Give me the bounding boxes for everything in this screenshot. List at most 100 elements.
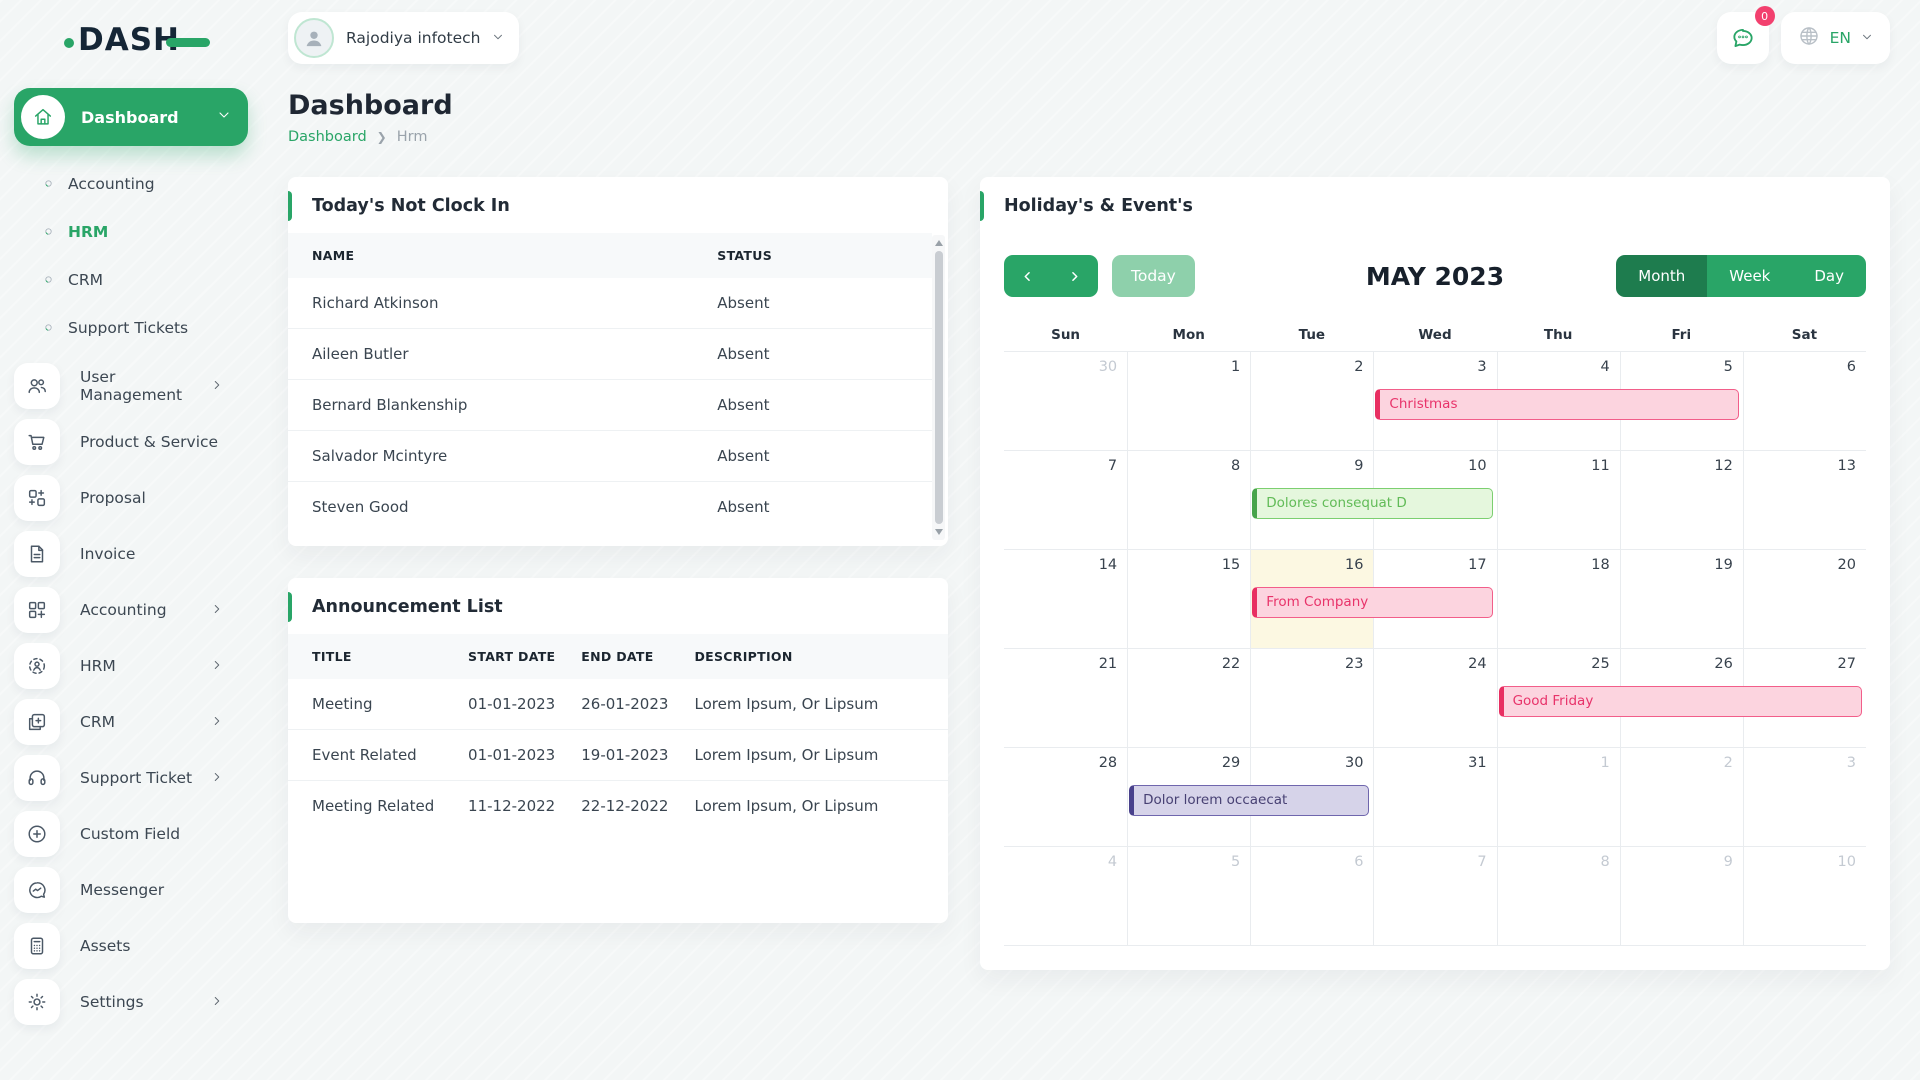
- calendar-day-cell[interactable]: 8: [1127, 451, 1250, 549]
- view-day-button[interactable]: Day: [1792, 255, 1866, 297]
- sidebar-item-messenger[interactable]: Messenger: [14, 862, 248, 918]
- calendar-week-row: 45678910: [1004, 847, 1866, 946]
- sidebar-item-label: Accounting: [80, 601, 210, 619]
- weekday-label: Wed: [1373, 323, 1496, 351]
- calendar-day-cell[interactable]: 11: [1497, 451, 1620, 549]
- view-week-button[interactable]: Week: [1707, 255, 1792, 297]
- calendar-day-cell[interactable]: 9: [1620, 847, 1743, 945]
- sidebar-item-user-management[interactable]: User Management: [14, 358, 248, 414]
- chevron-right-icon: [210, 601, 248, 620]
- calendar-day-cell[interactable]: 5: [1127, 847, 1250, 945]
- calendar-day-cell[interactable]: 1: [1497, 748, 1620, 846]
- calendar-day-cell[interactable]: 30: [1004, 352, 1127, 450]
- sidebar-subitem-crm[interactable]: CRM: [14, 256, 248, 304]
- subitem-label: Accounting: [68, 175, 155, 193]
- table-scrollbar[interactable]: [932, 235, 945, 540]
- sidebar-item-label: Settings: [80, 993, 210, 1011]
- sidebar-item-invoice[interactable]: Invoice: [14, 526, 248, 582]
- calendar-day-cell[interactable]: 15: [1127, 550, 1250, 648]
- calendar-day-cell[interactable]: 7: [1004, 451, 1127, 549]
- calendar-day-cell[interactable]: 13: [1743, 451, 1866, 549]
- sidebar-item-settings[interactable]: Settings: [14, 974, 248, 1030]
- language-selector[interactable]: EN: [1781, 12, 1890, 64]
- calendar-day-cell[interactable]: 12: [1620, 451, 1743, 549]
- calendar-card: Holiday's & Event's Today MAY 2023 Month…: [980, 177, 1890, 970]
- calendar-event-christmas[interactable]: Christmas: [1375, 389, 1738, 420]
- next-month-button[interactable]: [1051, 255, 1098, 297]
- cell-name: Aileen Butler: [312, 329, 717, 379]
- subitem-label: HRM: [68, 223, 108, 241]
- sidebar-item-label: CRM: [80, 713, 210, 731]
- calendar-day-cell[interactable]: 10: [1743, 847, 1866, 945]
- prev-month-button[interactable]: [1004, 255, 1051, 297]
- sidebar-item-accounting[interactable]: Accounting: [14, 582, 248, 638]
- calendar-day-cell[interactable]: 20: [1743, 550, 1866, 648]
- language-label: EN: [1830, 29, 1851, 47]
- bullet-icon: [42, 271, 55, 290]
- calendar-event-from-company[interactable]: From Company: [1252, 587, 1492, 618]
- calendar-day-cell[interactable]: 3: [1743, 748, 1866, 846]
- company-selector[interactable]: Rajodiya infotech: [288, 12, 519, 64]
- calendar-event-dolores-consequat-d[interactable]: Dolores consequat D: [1252, 488, 1492, 519]
- sidebar-subitem-accounting[interactable]: Accounting: [14, 160, 248, 208]
- calendar-day-cell[interactable]: 1: [1127, 352, 1250, 450]
- chevron-right-icon: [210, 657, 248, 676]
- sidebar-item-label: User Management: [80, 368, 210, 404]
- sidebar-item-label: Messenger: [80, 881, 248, 899]
- calendar-day-cell[interactable]: 7: [1373, 847, 1496, 945]
- sidebar-item-hrm[interactable]: HRM: [14, 638, 248, 694]
- calendar-event-dolor-lorem-occaecat[interactable]: Dolor lorem occaecat: [1129, 785, 1369, 816]
- topbar: Rajodiya infotech 0 EN: [288, 12, 1890, 64]
- calendar-day-cell[interactable]: 6: [1250, 847, 1373, 945]
- cell-status: Absent: [717, 329, 908, 379]
- scrollbar-thumb[interactable]: [935, 251, 943, 524]
- calendar-day-cell[interactable]: 28: [1004, 748, 1127, 846]
- calendar-day-cell[interactable]: 21: [1004, 649, 1127, 747]
- cell-status: Absent: [717, 380, 908, 430]
- sidebar-item-dashboard[interactable]: Dashboard: [14, 88, 248, 146]
- clockin-table-header: NAME STATUS: [288, 233, 932, 278]
- sidebar-item-custom-field[interactable]: Custom Field: [14, 806, 248, 862]
- sidebar-item-assets[interactable]: Assets: [14, 918, 248, 974]
- sidebar-item-product-service[interactable]: Product & Service: [14, 414, 248, 470]
- calendar-view-switcher: Month Week Day: [1616, 255, 1866, 297]
- calendar-day-cell[interactable]: 2: [1250, 352, 1373, 450]
- sidebar-item-proposal[interactable]: Proposal: [14, 470, 248, 526]
- messages-button[interactable]: 0: [1717, 12, 1769, 64]
- calendar-day-cell[interactable]: 8: [1497, 847, 1620, 945]
- breadcrumb-current: Hrm: [397, 129, 428, 145]
- sidebar-item-support-ticket[interactable]: Support Ticket: [14, 750, 248, 806]
- main-area: Rajodiya infotech 0 EN Dashboard Dashboa…: [262, 12, 1920, 970]
- calendar-day-cell[interactable]: 14: [1004, 550, 1127, 648]
- calendar-card-title: Holiday's & Event's: [980, 177, 1890, 233]
- view-month-button[interactable]: Month: [1616, 255, 1707, 297]
- scroll-up-arrow[interactable]: [935, 240, 943, 246]
- sidebar-subitem-support-tickets[interactable]: Support Tickets: [14, 304, 248, 352]
- cell-title: Meeting Related: [312, 781, 468, 831]
- sidebar-subitem-hrm[interactable]: HRM: [14, 208, 248, 256]
- calendar-day-cell[interactable]: 4: [1004, 847, 1127, 945]
- announcement-table-body: Meeting01-01-202326-01-2023Lorem Ipsum, …: [288, 679, 948, 831]
- column-header-title: TITLE: [312, 634, 468, 679]
- scroll-down-arrow[interactable]: [935, 529, 943, 535]
- calendar-day-cell[interactable]: 19: [1620, 550, 1743, 648]
- today-button[interactable]: Today: [1112, 255, 1195, 297]
- logo-dash-bar: [166, 38, 210, 47]
- breadcrumb-dashboard[interactable]: Dashboard: [288, 129, 367, 145]
- proposal-icon: [14, 475, 60, 521]
- calendar-day-cell[interactable]: 24: [1373, 649, 1496, 747]
- calendar-day-cell[interactable]: 31: [1373, 748, 1496, 846]
- sidebar-item-crm[interactable]: CRM: [14, 694, 248, 750]
- sidebar-item-label: Invoice: [80, 545, 248, 563]
- calendar-day-cell[interactable]: 2: [1620, 748, 1743, 846]
- app-logo[interactable]: DASH: [14, 14, 248, 66]
- calendar-day-cell[interactable]: 23: [1250, 649, 1373, 747]
- calendar-day-cell[interactable]: 22: [1127, 649, 1250, 747]
- column-header-end-date: END DATE: [581, 634, 694, 679]
- calendar-day-cell[interactable]: 18: [1497, 550, 1620, 648]
- calendar-day-cell[interactable]: 6: [1743, 352, 1866, 450]
- announcement-card: Announcement List TITLE START DATE END D…: [288, 578, 948, 923]
- invoice-icon: [14, 531, 60, 577]
- calendar-toolbar: Today MAY 2023 Month Week Day: [980, 233, 1890, 323]
- calendar-event-good-friday[interactable]: Good Friday: [1499, 686, 1862, 717]
